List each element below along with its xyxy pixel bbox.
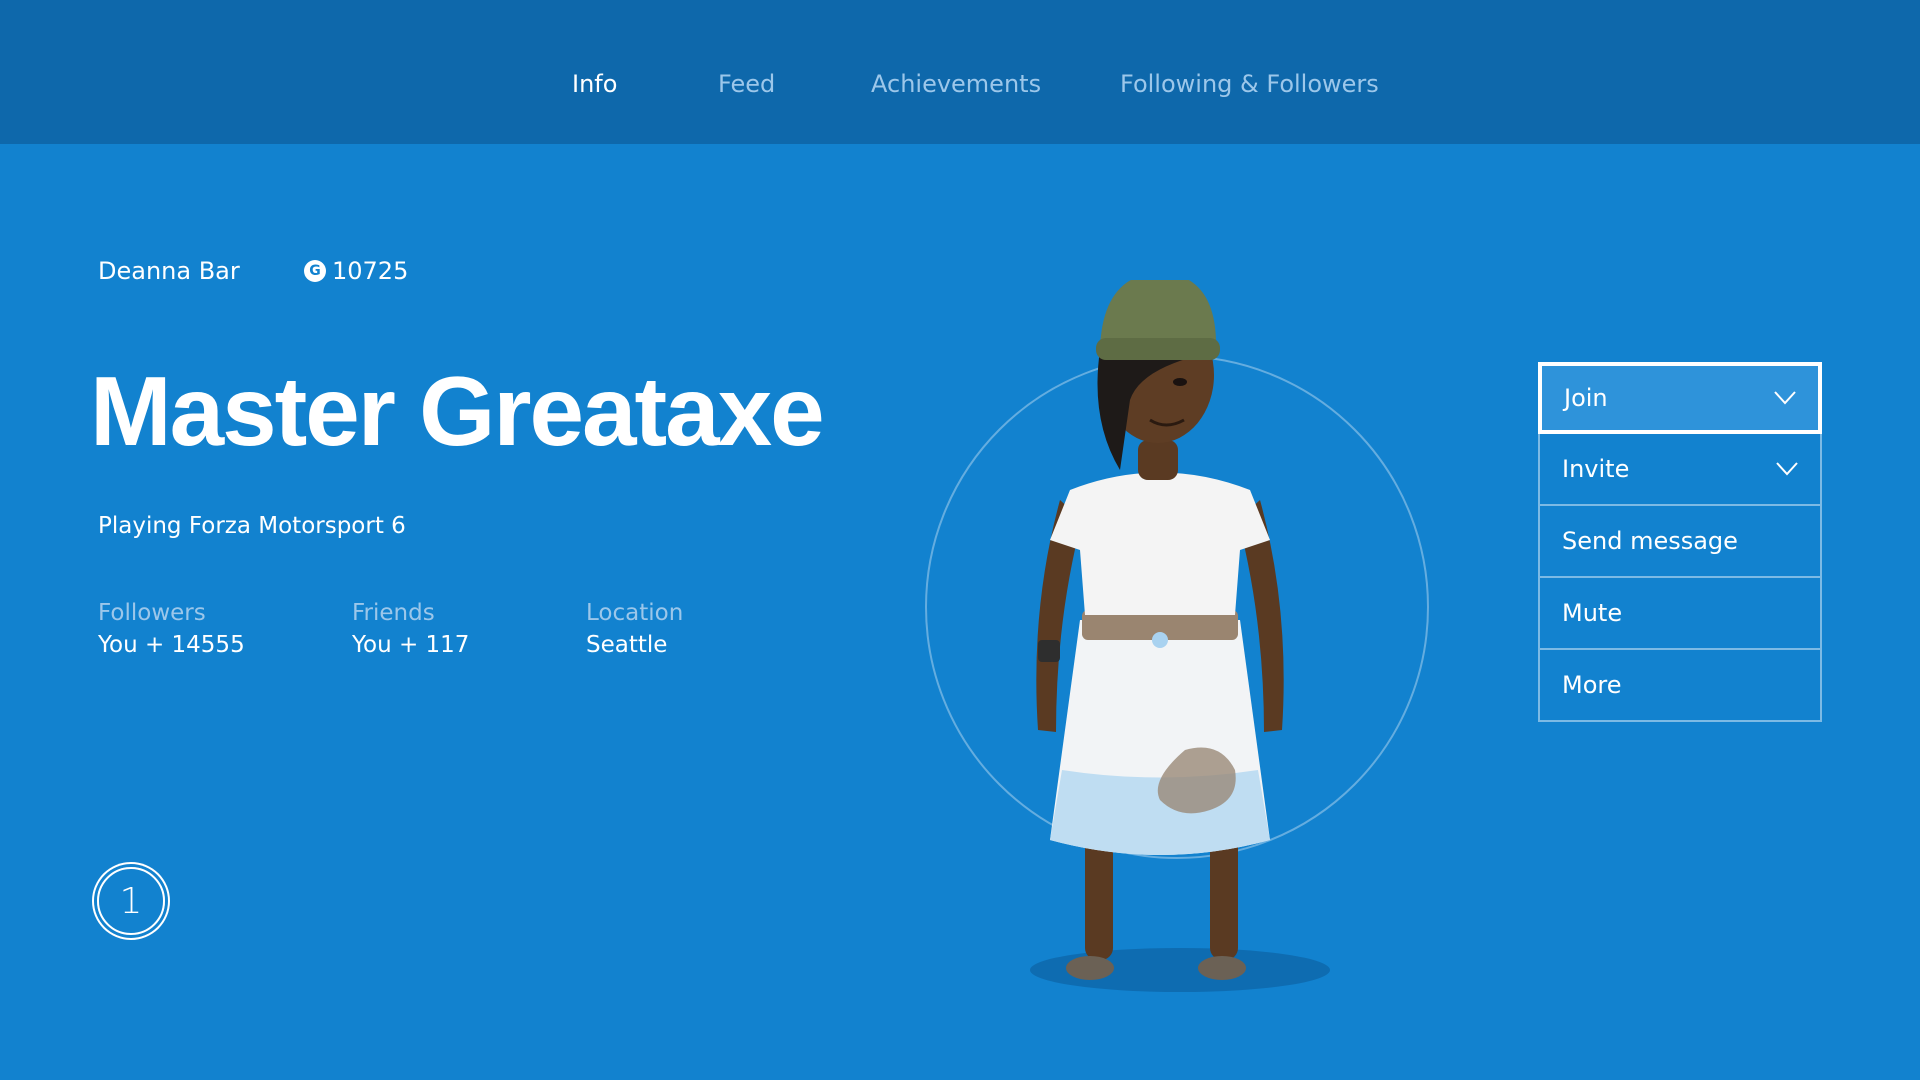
stat-value: You + 117 xyxy=(352,632,470,658)
action-label: Mute xyxy=(1562,599,1623,627)
chevron-down-icon xyxy=(1774,391,1796,405)
stat-label: Followers xyxy=(98,600,206,626)
stat-friends: Friends You + 117 xyxy=(352,600,469,658)
invite-button[interactable]: Invite xyxy=(1538,434,1822,506)
stat-label: Friends xyxy=(352,600,435,626)
stat-value: You + 14555 xyxy=(98,632,245,658)
rep-ring-badge: 1 xyxy=(97,867,165,935)
gamertag: Master Greataxe xyxy=(90,356,825,466)
stat-label: Location xyxy=(586,600,684,626)
action-menu: Join Invite Send message Mute More xyxy=(1538,362,1822,722)
send-message-button[interactable]: Send message xyxy=(1538,506,1822,578)
chevron-down-icon xyxy=(1776,462,1798,476)
stat-location: Location Seattle xyxy=(586,600,683,658)
gamerscore-icon: G xyxy=(304,260,326,282)
action-label: Send message xyxy=(1562,527,1738,555)
action-label: Invite xyxy=(1562,455,1630,483)
stat-followers: Followers You + 14555 xyxy=(98,600,245,658)
real-name: Deanna Bar xyxy=(98,257,240,285)
tab-following-followers[interactable]: Following & Followers xyxy=(1120,70,1379,98)
more-button[interactable]: More xyxy=(1538,650,1822,722)
gamerscore: G 10725 xyxy=(304,257,408,285)
stat-value: Seattle xyxy=(586,632,668,658)
tab-achievements[interactable]: Achievements xyxy=(871,70,1041,98)
avatar-figure xyxy=(1030,280,1330,992)
presence-text: Playing Forza Motorsport 6 xyxy=(98,513,406,539)
action-label: More xyxy=(1562,671,1622,699)
tab-feed[interactable]: Feed xyxy=(718,70,775,98)
action-label: Join xyxy=(1564,384,1608,412)
mute-button[interactable]: Mute xyxy=(1538,578,1822,650)
tab-info[interactable]: Info xyxy=(572,70,617,98)
join-button[interactable]: Join xyxy=(1538,362,1822,434)
gamerscore-value: 10725 xyxy=(332,257,409,285)
top-nav-bar: Info Feed Achievements Following & Follo… xyxy=(0,0,1920,144)
